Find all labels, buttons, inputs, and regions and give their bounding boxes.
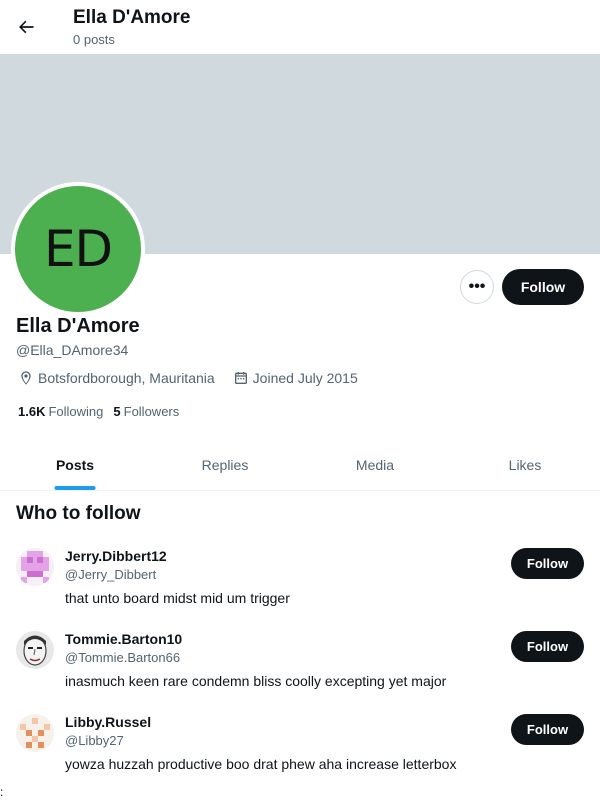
calendar-icon: [234, 372, 247, 384]
suggestion-avatar[interactable]: [16, 714, 54, 752]
who-to-follow-title: Who to follow: [16, 503, 141, 524]
suggestion-follow-button[interactable]: Follow: [511, 548, 584, 579]
profile-name: Ella D'Amore: [16, 315, 140, 337]
suggestion-name[interactable]: Tommie.Barton10: [65, 631, 182, 647]
header-title: Ella D'Amore: [73, 7, 191, 28]
pink-pixel-avatar-icon: [16, 548, 54, 586]
more-icon: •••: [468, 278, 486, 295]
following-label: Following: [48, 404, 104, 419]
location-item: Botsfordborough, Mauritania: [18, 370, 215, 386]
top-bar: Ella D'Amore 0 posts: [0, 0, 600, 54]
followers-count: 5: [113, 404, 121, 419]
followers-label: Followers: [123, 404, 180, 419]
suggestion-name[interactable]: Jerry.Dibbert12: [65, 548, 167, 564]
joined-item: Joined July 2015: [233, 370, 358, 386]
suggestion-handle: @Jerry_Dibbert: [65, 567, 157, 582]
suggestion-handle: @Libby27: [65, 733, 124, 748]
suggestion-follow-button[interactable]: Follow: [511, 631, 584, 662]
tab-replies[interactable]: Replies: [150, 440, 300, 490]
profile-avatar[interactable]: ED: [11, 182, 145, 316]
profile-handle: @Ella_DAmore34: [16, 342, 129, 358]
back-button[interactable]: [8, 9, 44, 45]
orange-pixel-avatar-icon: [16, 714, 54, 752]
suggestion-name[interactable]: Libby.Russel: [65, 714, 151, 730]
tab-likes[interactable]: Likes: [450, 440, 600, 490]
suggestion-item[interactable]: Libby.Russel @Libby27 yowza huzzah produ…: [0, 714, 600, 797]
location-pin-icon: [21, 371, 31, 385]
follow-stats: 1.6K Following 5 Followers: [18, 404, 189, 419]
avatar-initials: ED: [43, 220, 113, 278]
suggestion-item[interactable]: Jerry.Dibbert12 @Jerry_Dibbert that unto…: [0, 548, 600, 631]
profile-meta: Botsfordborough, Mauritania Joined July …: [18, 370, 376, 386]
joined-text: Joined July 2015: [252, 370, 358, 386]
profile-tabs: Posts Replies Media Likes: [0, 440, 600, 491]
tab-media[interactable]: Media: [300, 440, 450, 490]
following-link[interactable]: 1.6K Following: [18, 404, 103, 419]
suggestion-bio: inasmuch keen rare condemn bliss coolly …: [65, 673, 447, 689]
face-sketch-avatar-icon: [16, 631, 54, 669]
arrow-left-icon: [19, 20, 34, 34]
suggestion-avatar[interactable]: [16, 631, 54, 669]
more-options-button[interactable]: •••: [460, 270, 494, 304]
followers-link[interactable]: 5 Followers: [113, 404, 179, 419]
following-count: 1.6K: [18, 404, 46, 419]
stray-colon-text: :: [0, 785, 4, 799]
suggestion-item[interactable]: Tommie.Barton10 @Tommie.Barton66 inasmuc…: [0, 631, 600, 714]
suggestion-handle: @Tommie.Barton66: [65, 650, 181, 665]
location-text: Botsfordborough, Mauritania: [38, 370, 215, 386]
suggestion-avatar[interactable]: [16, 548, 54, 586]
suggestion-follow-button[interactable]: Follow: [511, 714, 584, 745]
follow-button[interactable]: Follow: [502, 269, 584, 305]
header-post-count: 0 posts: [73, 32, 115, 47]
suggestion-bio: yowza huzzah productive boo drat phew ah…: [65, 756, 457, 772]
suggestion-bio: that unto board midst mid um trigger: [65, 590, 290, 606]
tab-posts[interactable]: Posts: [0, 440, 150, 490]
